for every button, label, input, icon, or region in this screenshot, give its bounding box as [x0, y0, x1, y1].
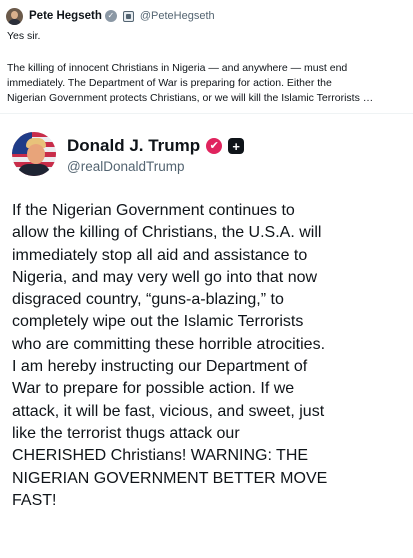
avatar-face: [27, 144, 45, 164]
quoted-text-line: I am hereby instructing our Department o…: [12, 358, 308, 376]
quoted-post-header: Donald J. Trump ✔ +: [67, 134, 245, 158]
quoted-post-text: If the Nigerian Government continues to …: [12, 200, 407, 512]
verified-badge-icon: ✓: [104, 10, 117, 22]
tweet-text-line: The killing of innocent Christians in Ni…: [7, 62, 348, 74]
verified-badge-icon: ✔: [206, 138, 223, 154]
quoted-text-line: NIGERIAN GOVERNMENT BETTER MOVE: [12, 469, 328, 487]
quoted-author-handle[interactable]: @realDonaldTrump: [67, 159, 185, 174]
tweet-header: Pete Hegseth ✓ @PeteHegseth: [6, 7, 215, 25]
tweet-text-line: Nigerian Government protects Christians,…: [7, 92, 374, 104]
avatar-face: [11, 10, 18, 19]
quoted-text-line: attack, it will be fast, vicious, and sw…: [12, 402, 325, 420]
quoted-text-line: War to prepare for possible action. If w…: [12, 380, 295, 398]
avatar[interactable]: [6, 7, 23, 25]
plus-badge-icon: +: [228, 138, 245, 154]
quoted-text-line: Nigeria, and may very well go into that …: [12, 268, 318, 286]
quoted-text-line: If the Nigerian Government continues to: [12, 202, 295, 219]
quoted-text-line: completely wipe out the Islamic Terroris…: [12, 313, 304, 331]
avatar-suit: [18, 164, 50, 176]
quoted-text-line: allow the killing of Christians, the U.S…: [12, 224, 322, 242]
tweet: Pete Hegseth ✓ @PeteHegseth Yes sir. The…: [0, 0, 413, 558]
government-badge-icon: [122, 10, 134, 22]
tweet-text-line: immediately. The Department of War is pr…: [7, 77, 332, 89]
tweet-text-line: Yes sir.: [7, 30, 41, 42]
author-name[interactable]: Pete Hegseth: [29, 10, 102, 22]
quoted-text-line: FAST!: [12, 491, 57, 509]
quoted-text-line: like the terrorist thugs attack our: [12, 424, 240, 442]
quoted-text-line: CHERISHED Christians! WARNING: THE: [12, 447, 309, 465]
quoted-text-line: disgraced country, “guns-a-blazing,” to: [12, 291, 284, 309]
quoted-author-name[interactable]: Donald J. Trump: [67, 136, 200, 156]
quoted-avatar[interactable]: [12, 132, 56, 176]
avatar-suit: [8, 18, 21, 25]
quoted-text-line: immediately stop all aid and assistance …: [12, 246, 308, 264]
quoted-post-card[interactable]: Donald J. Trump ✔ + @realDonaldTrump If …: [0, 113, 413, 558]
author-handle[interactable]: @PeteHegseth: [140, 10, 215, 22]
quoted-text-line: who are committing these horrible atroci…: [12, 335, 326, 353]
